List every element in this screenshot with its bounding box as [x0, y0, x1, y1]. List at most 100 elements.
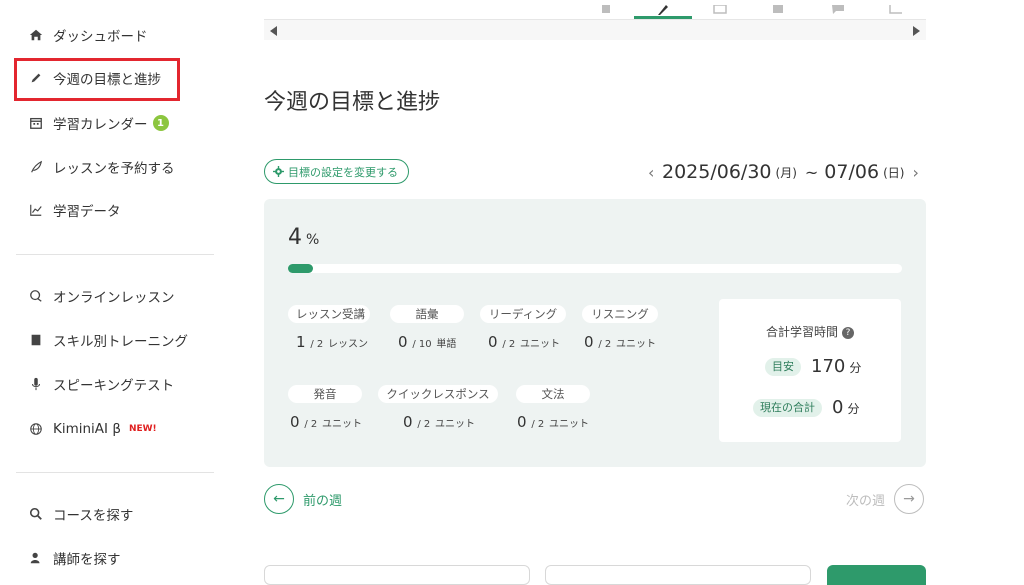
current-label: 現在の合計	[753, 398, 822, 417]
sidebar-divider	[16, 254, 214, 255]
sidebar-item-label: 学習データ	[53, 204, 121, 220]
arrow-left-icon: ←	[264, 484, 294, 514]
category-pronunciation: 発音 0 / 2 ユニット	[288, 383, 362, 431]
target-label: 目安	[765, 357, 801, 376]
chat-bubbles-icon	[28, 288, 44, 304]
current-value: 0分	[832, 397, 860, 418]
scroll-right-icon[interactable]	[913, 26, 920, 36]
book-icon	[28, 332, 44, 348]
category-label: 文法	[516, 385, 590, 403]
sidebar-item-dashboard[interactable]: ダッシュボード	[28, 23, 148, 47]
new-tag: NEW!	[128, 424, 157, 434]
previous-week-label: 前の週	[303, 493, 343, 509]
category-reading: リーディング 0 / 2 ユニット	[480, 303, 566, 351]
category-value: 0 / 2 ユニット	[517, 413, 590, 431]
change-goal-label: 目標の設定を変更する	[288, 165, 398, 179]
feather-icon	[28, 159, 44, 175]
help-icon[interactable]: ?	[842, 326, 854, 339]
category-value: 1 / 2 レッスン	[296, 333, 369, 351]
total-study-time-box: 合計学習時間? 目安 170 分 現在の合計 0分	[719, 299, 901, 442]
sidebar-item-find-course[interactable]: コースを探す	[28, 502, 133, 526]
category-label: リスニング	[582, 305, 658, 323]
chevron-right-icon[interactable]: ›	[912, 163, 926, 182]
category-lesson: レッスン受講 1 / 2 レッスン	[288, 303, 370, 351]
pencil-tab-icon[interactable]	[654, 0, 670, 15]
category-value: 0 / 2 ユニット	[403, 413, 476, 431]
sidebar: ダッシュボード 今週の目標と進捗 学習カレンダー 1 レッスンを予約する 学習デ…	[0, 0, 230, 574]
category-quick-response: クイックレスポンス 0 / 2 ユニット	[378, 383, 498, 431]
progress-percent: 4%	[288, 225, 319, 250]
globe-icon	[28, 421, 44, 437]
progress-bar-fill	[288, 264, 313, 273]
category-grammar: 文法 0 / 2 ユニット	[516, 383, 590, 431]
sidebar-item-label: スキル別トレーニング	[53, 334, 188, 350]
notification-badge: 1	[152, 115, 169, 131]
sidebar-item-label: KiminiAI β	[53, 421, 121, 437]
scroll-left-icon[interactable]	[270, 26, 277, 36]
sidebar-item-learning-data[interactable]: 学習データ	[28, 198, 121, 222]
arrow-right-icon: →	[894, 484, 925, 514]
sidebar-item-label: オンラインレッスン	[53, 290, 175, 306]
sidebar-item-weekly-goals[interactable]: 今週の目標と進捗	[28, 66, 161, 90]
date-end: 07/06	[824, 161, 880, 183]
chart-tab-icon[interactable]	[888, 0, 904, 14]
calendar-icon	[28, 115, 44, 131]
sidebar-item-label: 講師を探す	[53, 552, 121, 568]
target-value: 170 分	[811, 356, 862, 377]
sidebar-item-find-teacher[interactable]: 講師を探す	[28, 546, 121, 570]
category-listening: リスニング 0 / 2 ユニット	[582, 303, 658, 351]
sidebar-item-skill-training[interactable]: スキル別トレーニング	[28, 328, 188, 352]
target-time-row: 目安 170 分	[765, 356, 861, 377]
teacher-icon	[28, 550, 44, 566]
sidebar-item-kiminiai[interactable]: KiminiAI β NEW!	[28, 417, 157, 441]
tab-scrollbar[interactable]	[264, 20, 926, 40]
gear-icon	[273, 166, 284, 177]
date-start: 2025/06/30	[662, 161, 772, 183]
sidebar-item-calendar[interactable]: 学習カレンダー 1	[28, 111, 169, 135]
previous-week-button[interactable]: ← 前の週	[264, 484, 342, 514]
sidebar-item-label: スピーキングテスト	[53, 378, 175, 394]
progress-bar	[288, 264, 902, 273]
chat-tab-icon[interactable]	[830, 0, 846, 14]
category-label: クイックレスポンス	[378, 385, 498, 403]
sidebar-item-online-lesson[interactable]: オンラインレッスン	[28, 284, 175, 308]
category-value: 0 / 2 ユニット	[584, 333, 657, 351]
sidebar-item-label: レッスンを予約する	[53, 161, 175, 177]
sidebar-item-speaking-test[interactable]: スピーキングテスト	[28, 372, 174, 396]
current-time-row: 現在の合計 0分	[753, 397, 859, 418]
category-label: 語彙	[390, 305, 464, 323]
sidebar-item-label: 今週の目標と進捗	[53, 72, 161, 88]
bottom-green-card[interactable]	[827, 565, 926, 585]
date-end-dow: (日)	[883, 165, 905, 180]
home-icon	[28, 27, 44, 43]
pencil-icon	[28, 70, 44, 86]
category-value: 0 / 10 単語	[398, 333, 457, 351]
sidebar-item-reserve-lesson[interactable]: レッスンを予約する	[28, 155, 175, 179]
total-study-time-title: 合計学習時間?	[719, 323, 901, 340]
bottom-card[interactable]	[264, 565, 530, 585]
next-week-button[interactable]: 次の週 →	[846, 484, 925, 514]
category-label: レッスン受講	[288, 305, 370, 323]
date-navigator: ‹ 2025/06/30 (月) ~ 07/06 (日) ›	[648, 159, 926, 185]
search-icon	[28, 506, 44, 522]
progress-value: 4	[288, 225, 302, 250]
next-week-label: 次の週	[846, 493, 886, 509]
sidebar-item-label: 学習カレンダー	[53, 117, 148, 133]
category-label: リーディング	[480, 305, 566, 323]
book-tab-icon[interactable]	[770, 0, 786, 13]
category-value: 0 / 2 ユニット	[488, 333, 561, 351]
sidebar-item-label: ダッシュボード	[53, 29, 148, 45]
date-start-dow: (月)	[775, 165, 797, 180]
home-tab-icon[interactable]	[598, 0, 614, 13]
sidebar-item-label: コースを探す	[53, 508, 134, 524]
change-goal-button[interactable]: 目標の設定を変更する	[264, 159, 409, 184]
chevron-left-icon[interactable]: ‹	[648, 163, 662, 182]
sidebar-divider	[16, 472, 214, 473]
bottom-card[interactable]	[545, 565, 811, 585]
category-vocabulary: 語彙 0 / 10 単語	[390, 303, 464, 351]
progress-panel: 4% レッスン受講 1 / 2 レッスン 語彙 0 / 10 単語 リーディング…	[264, 199, 926, 467]
category-label: 発音	[288, 385, 362, 403]
microphone-icon	[28, 376, 44, 392]
calendar-tab-icon[interactable]	[712, 0, 728, 14]
top-tab-strip	[264, 0, 926, 40]
